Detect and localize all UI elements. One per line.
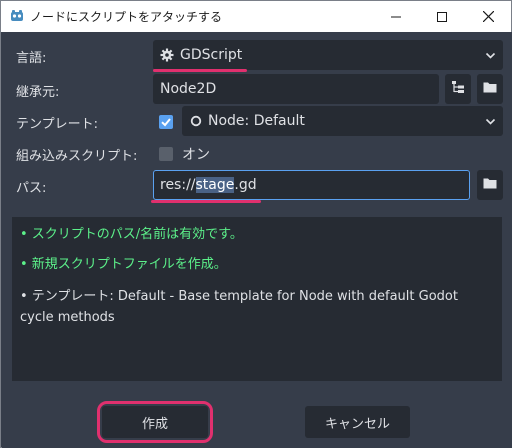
language-value: GDScript — [180, 47, 243, 63]
folder-icon — [483, 81, 497, 97]
cancel-button[interactable]: キャンセル — [305, 406, 410, 438]
path-selected-text: stage — [195, 177, 235, 193]
chevron-down-icon — [485, 115, 496, 131]
browse-inherit-button[interactable] — [477, 74, 503, 104]
template-label: テンプレート: — [16, 117, 98, 132]
godot-app-icon — [10, 9, 24, 23]
path-value: res://stage .gd — [160, 177, 257, 193]
inherits-input[interactable]: Node2D — [153, 74, 439, 104]
close-button[interactable] — [465, 1, 511, 32]
message-path-valid: • スクリプトのパス/名前は有効です。 — [20, 227, 243, 242]
message-template-info: • テンプレート: Default - Base template for No… — [20, 289, 458, 304]
path-label: パス: — [16, 181, 47, 196]
template-value: Node: Default — [208, 113, 305, 129]
builtin-checkbox[interactable] — [159, 147, 173, 161]
template-select[interactable]: Node: Default — [182, 106, 503, 136]
minimize-icon — [391, 16, 401, 17]
gear-icon — [160, 48, 174, 62]
path-input[interactable]: res://stage .gd — [153, 170, 470, 200]
attach-script-dialog: ノードにスクリプトをアタッチする 言語: GDScript 継承元: Node2… — [0, 0, 512, 448]
minimize-button[interactable] — [373, 1, 419, 32]
path-prefix: res:// — [160, 177, 196, 193]
maximize-icon — [437, 11, 447, 22]
path-highlight-underline — [151, 200, 261, 203]
maximize-button[interactable] — [419, 1, 465, 32]
language-label: 言語: — [16, 51, 47, 66]
checkmark-icon — [161, 118, 171, 127]
inherits-label: 継承元: — [16, 85, 60, 100]
title-bar: ノードにスクリプトをアタッチする — [1, 1, 511, 32]
tree-icon — [451, 80, 465, 98]
folder-icon — [483, 177, 497, 193]
select-inherit-button[interactable] — [445, 74, 471, 104]
builtin-label: 組み込みスクリプト: — [16, 149, 138, 164]
builtin-on-label: オン — [182, 147, 210, 163]
language-highlight-underline — [153, 69, 247, 72]
template-checkbox[interactable] — [159, 115, 173, 129]
chevron-down-icon — [485, 49, 496, 65]
language-select[interactable]: GDScript — [153, 40, 503, 70]
window-title: ノードにスクリプトをアタッチする — [30, 10, 223, 24]
inherits-value: Node2D — [160, 81, 217, 97]
node-circle-icon — [190, 115, 202, 127]
path-suffix: .gd — [234, 177, 257, 193]
create-button[interactable]: 作成 — [102, 406, 208, 438]
validation-messages-panel: • スクリプトのパス/名前は有効です。 • 新規スクリプトファイルを作成。 • … — [12, 217, 502, 381]
message-template-info-cont: cycle methods — [20, 310, 115, 325]
browse-path-button[interactable] — [477, 170, 503, 200]
close-icon — [482, 11, 494, 22]
message-new-file: • 新規スクリプトファイルを作成。 — [20, 257, 227, 272]
dialog-body: 言語: GDScript 継承元: Node2D テンプレート: Node: D… — [2, 32, 512, 448]
